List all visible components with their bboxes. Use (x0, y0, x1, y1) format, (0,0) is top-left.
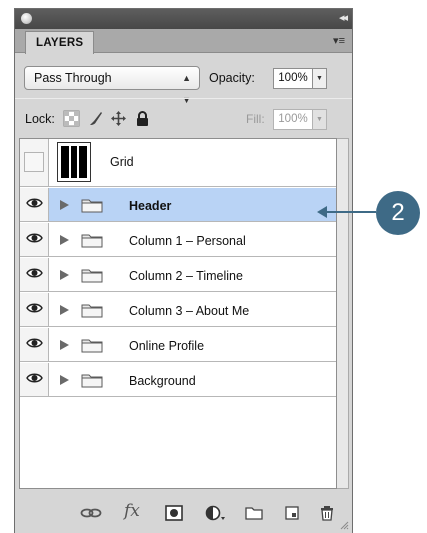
layer-row-header[interactable]: Header (20, 188, 336, 222)
panel-titlebar[interactable]: ◂◂ (15, 9, 352, 29)
fill-dropdown-button[interactable]: ▼ (313, 109, 327, 130)
blend-mode-select[interactable]: Pass Through ▲ ▼ (24, 66, 200, 105)
eye-icon (26, 198, 43, 208)
visibility-toggle[interactable] (20, 258, 49, 291)
visibility-toggle[interactable] (20, 293, 49, 326)
expand-triangle-icon[interactable] (58, 374, 70, 386)
panel-menu-icon[interactable]: ▾≡ (333, 34, 345, 47)
visibility-toggle[interactable] (20, 363, 49, 396)
layer-row-background[interactable]: Background (20, 363, 336, 397)
layer-thumbnail (57, 142, 91, 182)
callout-badge: 2 (376, 191, 420, 235)
lock-image-icon[interactable] (87, 110, 104, 127)
visibility-toggle[interactable] (20, 188, 49, 221)
folder-icon (81, 234, 103, 248)
folder-icon (81, 374, 103, 388)
expand-triangle-icon[interactable] (58, 199, 70, 211)
adjustment-layer-icon[interactable] (205, 505, 227, 521)
lock-label: Lock: (25, 112, 55, 126)
layer-list: Grid Header Column 1 – Personal Column 2… (19, 138, 337, 489)
layer-name: Background (129, 374, 196, 388)
blend-mode-value: Pass Through (34, 71, 112, 85)
lock-all-icon[interactable] (134, 110, 151, 127)
opacity-label: Opacity: (209, 71, 255, 85)
collapse-icon[interactable]: ◂◂ (339, 11, 348, 24)
layer-row-online-profile[interactable]: Online Profile (20, 328, 336, 362)
layer-mask-icon[interactable] (165, 505, 183, 521)
close-icon[interactable] (21, 13, 32, 24)
delete-layer-icon[interactable] (319, 505, 335, 521)
blend-row: Pass Through ▲ ▼ Opacity: 100% ▼ (15, 59, 352, 105)
layer-name: Column 1 – Personal (129, 234, 246, 248)
layer-row-grid[interactable]: Grid (20, 139, 336, 187)
layer-name: Column 2 – Timeline (129, 269, 243, 283)
layer-name: Column 3 – About Me (129, 304, 250, 318)
lock-row: Lock: Fill: 100% ▼ (15, 104, 352, 132)
callout-arrow-icon (317, 206, 327, 218)
expand-triangle-icon[interactable] (58, 339, 70, 351)
layer-name: Grid (110, 155, 134, 169)
resize-grip-icon[interactable] (339, 520, 349, 530)
expand-triangle-icon[interactable] (58, 269, 70, 281)
fill-label: Fill: (246, 112, 265, 126)
new-group-icon[interactable] (245, 505, 263, 521)
lock-position-icon[interactable] (110, 110, 127, 127)
panel-toolbar: fx (15, 491, 352, 533)
layers-panel: ◂◂ LAYERS ▾≡ Pass Through ▲ ▼ Opacity: 10… (14, 8, 353, 533)
panel-tab-row: LAYERS ▾≡ (15, 29, 352, 54)
layer-style-fx-icon[interactable]: fx (124, 501, 140, 521)
tab-layers[interactable]: LAYERS (25, 31, 95, 54)
lock-transparent-icon[interactable] (63, 110, 80, 127)
layer-row-column-1[interactable]: Column 1 – Personal (20, 223, 336, 257)
folder-icon (81, 304, 103, 318)
fill-input[interactable]: 100% (273, 109, 313, 130)
folder-icon (81, 199, 103, 213)
divider (15, 98, 352, 99)
eye-icon (26, 303, 43, 313)
eye-icon (26, 268, 43, 278)
new-layer-icon[interactable] (284, 505, 300, 521)
visibility-toggle[interactable] (20, 139, 49, 186)
visibility-empty-box (24, 152, 44, 172)
layer-row-column-3[interactable]: Column 3 – About Me (20, 293, 336, 327)
layer-name: Header (129, 199, 172, 213)
callout-line (322, 211, 376, 213)
visibility-toggle[interactable] (20, 223, 49, 256)
eye-icon (26, 373, 43, 383)
layer-name: Online Profile (129, 339, 205, 353)
eye-icon (26, 338, 43, 348)
expand-triangle-icon[interactable] (58, 234, 70, 246)
scrollbar[interactable] (337, 138, 349, 489)
eye-icon (26, 233, 43, 243)
layer-row-column-2[interactable]: Column 2 – Timeline (20, 258, 336, 292)
visibility-toggle[interactable] (20, 328, 49, 361)
expand-triangle-icon[interactable] (58, 304, 70, 316)
link-layers-icon[interactable] (80, 505, 102, 521)
opacity-input[interactable]: 100% (273, 68, 313, 89)
folder-icon (81, 339, 103, 353)
opacity-dropdown-button[interactable]: ▼ (313, 68, 327, 89)
folder-icon (81, 269, 103, 283)
